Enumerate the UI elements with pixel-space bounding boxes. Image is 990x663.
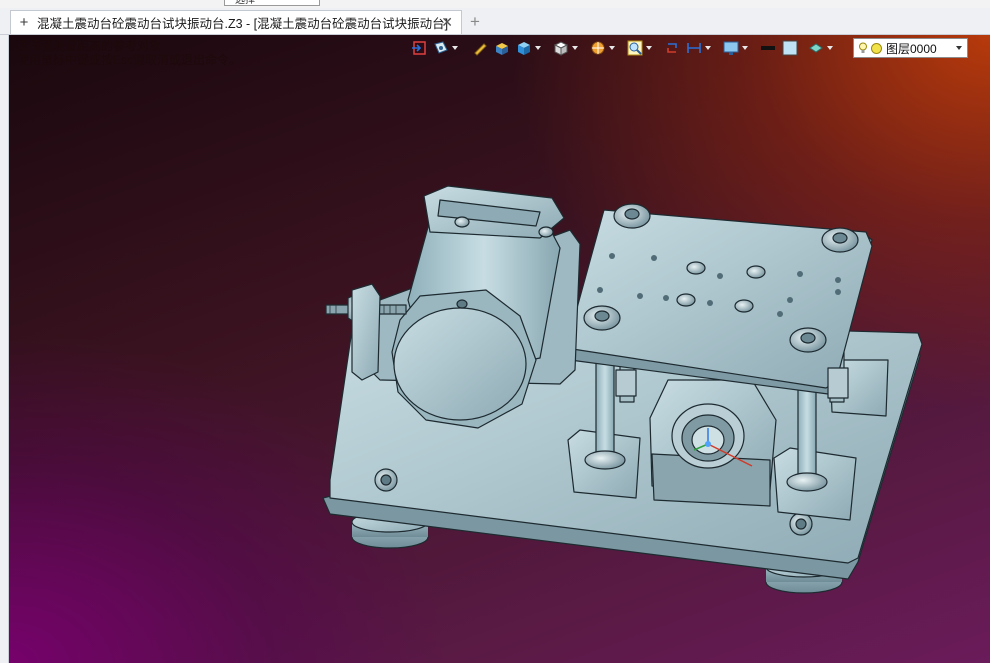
- monitor-icon: [723, 41, 739, 55]
- shaded-icon: [496, 43, 508, 55]
- pencil-icon: [474, 43, 487, 56]
- guide-column: [595, 359, 615, 461]
- toolbar-icons-fragment-right[interactable]: [330, 0, 660, 6]
- layer-color-icon[interactable]: [871, 42, 882, 54]
- main-toolbar-strip: 选择: [0, 0, 990, 8]
- lightbulb-icon[interactable]: [858, 42, 868, 54]
- measure-button[interactable]: [684, 38, 713, 58]
- view-toolbar: [409, 37, 835, 59]
- layer-select[interactable]: 图层0000: [853, 38, 968, 58]
- 3d-viewport[interactable]: 选择要测量距离的参考对象 使用鼠标中键或按Esc键取消或退出命令。 图层0000: [9, 35, 990, 663]
- face-color-button[interactable]: [780, 38, 800, 58]
- document-tab[interactable]: + 混凝土震动台砼震动台试块振动台.Z3 - [混凝土震动台砼震动台试块振动台]…: [10, 10, 462, 34]
- line-color-icon: [761, 46, 775, 50]
- vibration-table-model[interactable]: [9, 35, 990, 663]
- new-tab-plus-icon[interactable]: +: [470, 12, 480, 32]
- left-gutter: [0, 35, 9, 663]
- zoom-icon: [627, 40, 643, 56]
- shading-button[interactable]: [806, 38, 835, 58]
- zoom-button[interactable]: [625, 38, 654, 58]
- hint-line: 选择要测量距离的参考对象: [17, 39, 162, 53]
- guide-column: [797, 379, 817, 481]
- close-icon[interactable]: ✕: [441, 14, 453, 31]
- exit-button[interactable]: [409, 38, 429, 58]
- toolbar-icons-fragment[interactable]: [0, 0, 220, 6]
- render-mode-button[interactable]: [588, 38, 617, 58]
- shading-icon: [809, 43, 823, 53]
- iso-view-icon: [553, 41, 569, 56]
- motor-end-face: [393, 307, 527, 421]
- measure-icon: [687, 43, 701, 53]
- shaded-button[interactable]: [492, 38, 512, 58]
- rotate-button[interactable]: [662, 38, 682, 58]
- iso-view-button[interactable]: [551, 38, 580, 58]
- exit-icon: [412, 41, 426, 55]
- layer-name: 图层0000: [886, 41, 937, 56]
- pin-plus-icon[interactable]: +: [15, 14, 33, 31]
- hint-line: 使用鼠标中键或按Esc键取消或退出命令。: [17, 53, 242, 67]
- command-hint: 选择要测量距离的参考对象 使用鼠标中键或按Esc键取消或退出命令。: [17, 39, 241, 67]
- monitor-button[interactable]: [721, 38, 750, 58]
- rotate-icon: [667, 43, 677, 53]
- document-tab-bar: + 混凝土震动台砼震动台试块振动台.Z3 - [混凝土震动台砼震动台试块振动台]…: [0, 8, 990, 35]
- chevron-down-icon[interactable]: [956, 46, 962, 50]
- line-color-button[interactable]: [758, 38, 778, 58]
- view-manager-button[interactable]: [431, 38, 460, 58]
- quick-select-input[interactable]: 选择: [224, 0, 320, 6]
- document-tab-title: 混凝土震动台砼震动台试块振动台.Z3 - [混凝土震动台砼震动台试块振动台]: [37, 17, 449, 31]
- pencil-button[interactable]: [470, 38, 490, 58]
- cube-display-icon: [518, 42, 530, 55]
- face-color-icon: [782, 40, 798, 56]
- render-mode-icon: [591, 41, 605, 55]
- cube-display-button[interactable]: [514, 38, 543, 58]
- view-manager-icon: [434, 41, 448, 54]
